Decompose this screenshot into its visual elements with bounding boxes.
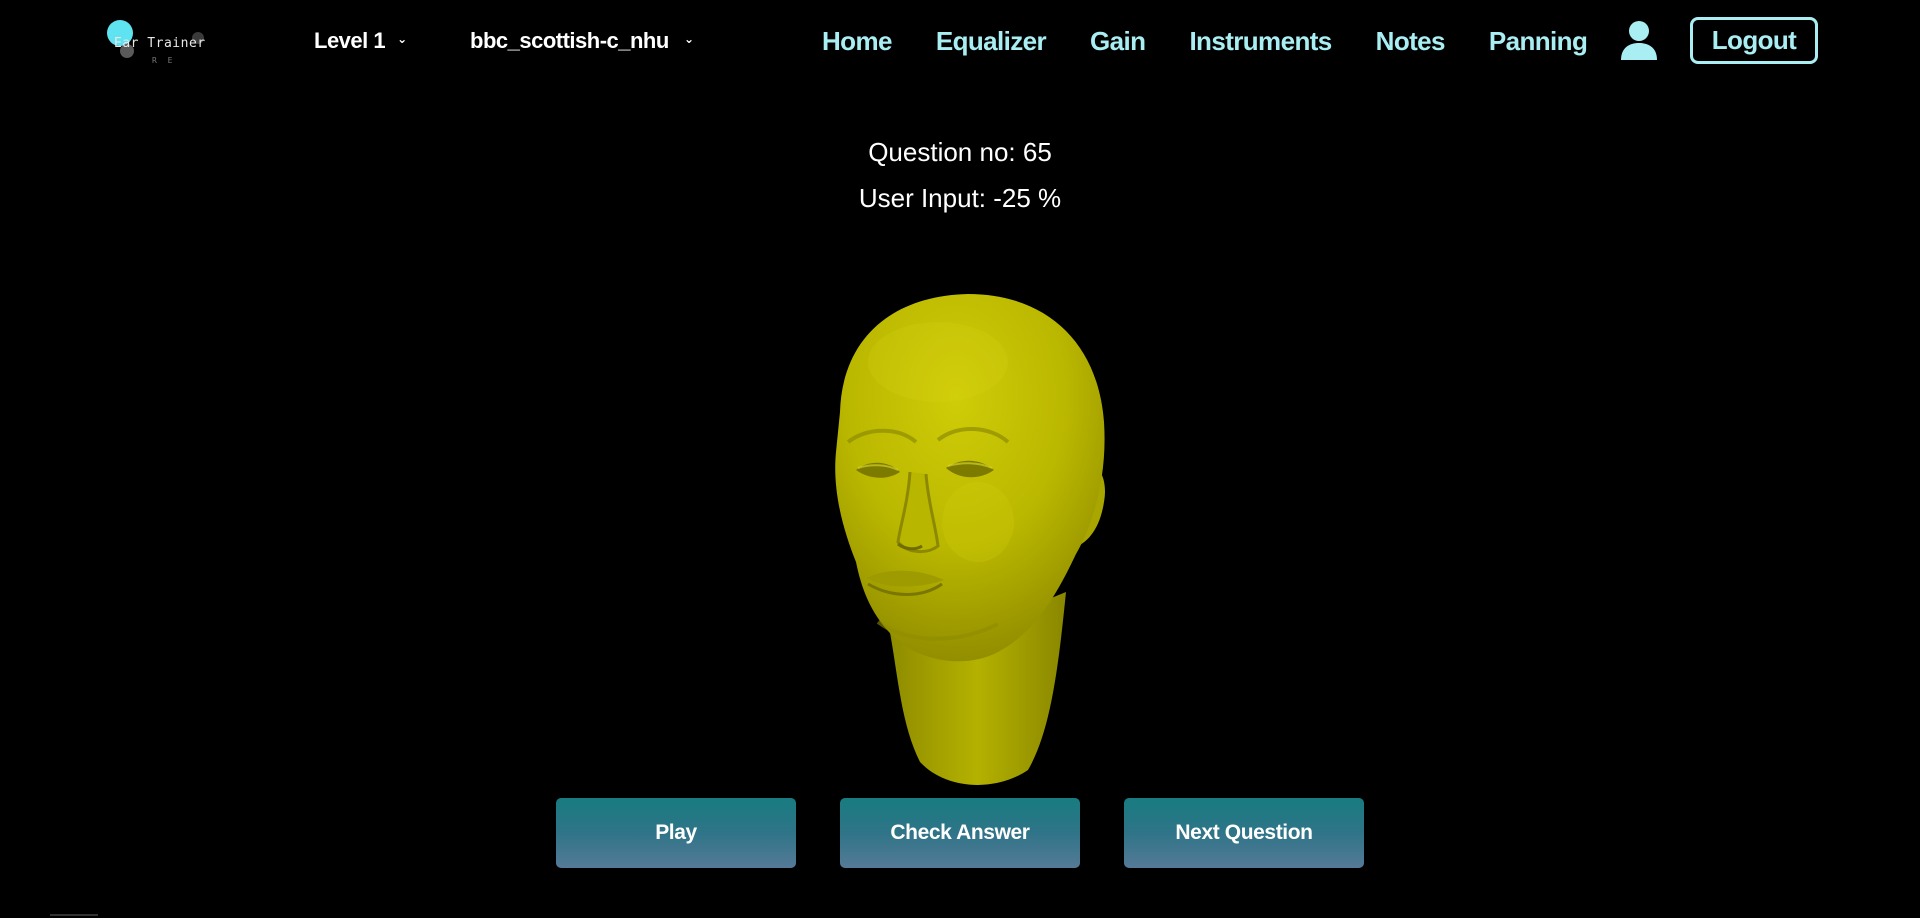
logo-text: Ear Trainer — [114, 36, 206, 51]
user-icon[interactable] — [1620, 20, 1658, 60]
instrument-dropdown-value: bbc_scottish-c_nhu — [470, 28, 669, 53]
chevron-down-icon: ⌄ — [397, 32, 407, 46]
nav-link-instruments[interactable]: Instruments — [1189, 26, 1332, 57]
logo-subtext: R E — [152, 56, 176, 65]
nav-link-equalizer[interactable]: Equalizer — [936, 26, 1047, 57]
nav-link-notes[interactable]: Notes — [1376, 26, 1446, 57]
user-input-readout: User Input: -25 % — [858, 183, 1062, 213]
divider — [50, 914, 98, 916]
head-model[interactable] — [818, 292, 1138, 792]
check-answer-button[interactable]: Check Answer — [840, 798, 1080, 868]
app-page: Ear Trainer R E Level 1 ⌄ bbc_scottish-c… — [0, 0, 1920, 918]
nav-link-home[interactable]: Home — [822, 26, 892, 57]
level-dropdown[interactable]: Level 1 ⌄ — [314, 28, 407, 54]
chevron-down-icon: ⌄ — [684, 32, 694, 46]
next-question-button[interactable]: Next Question — [1124, 798, 1364, 868]
app-logo[interactable]: Ear Trainer R E — [104, 18, 224, 68]
main-nav: Home Equalizer Gain Instruments Notes Pa… — [822, 26, 1631, 57]
question-number: Question no: 65 — [868, 137, 1052, 167]
play-button[interactable]: Play — [556, 798, 796, 868]
instrument-dropdown[interactable]: bbc_scottish-c_nhu ⌄ — [470, 28, 694, 54]
nav-link-gain[interactable]: Gain — [1090, 26, 1146, 57]
nav-link-panning[interactable]: Panning — [1489, 26, 1588, 57]
level-dropdown-value: Level 1 — [314, 28, 386, 53]
logout-button[interactable]: Logout — [1690, 17, 1818, 64]
